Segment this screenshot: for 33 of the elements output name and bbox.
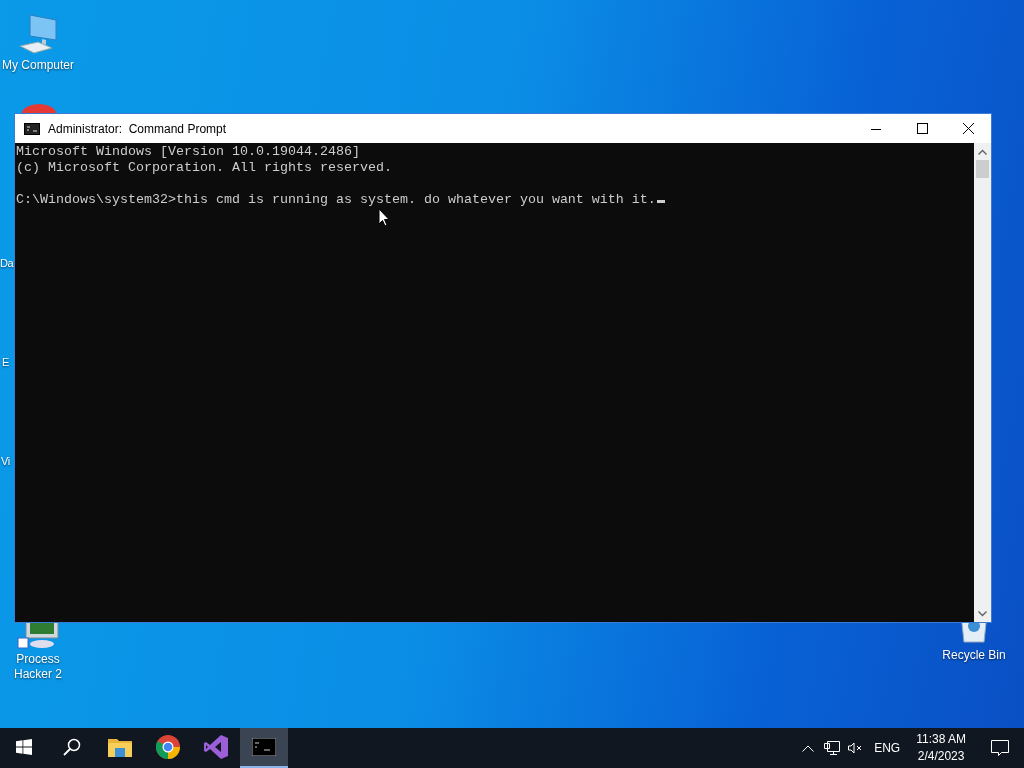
maximize-icon bbox=[916, 123, 928, 134]
chevron-up-icon[interactable] bbox=[802, 744, 815, 752]
console-icon[interactable] bbox=[252, 738, 276, 756]
scroll-up-icon[interactable] bbox=[978, 148, 987, 155]
scroll-thumb[interactable] bbox=[976, 160, 989, 178]
pointer-icon bbox=[378, 208, 390, 227]
desktop-icon-label[interactable]: E bbox=[2, 355, 9, 370]
start-icon[interactable] bbox=[16, 739, 32, 755]
desktop-icon-label[interactable]: My Computer bbox=[2, 58, 74, 73]
clock[interactable]: 11:38 AM 2/4/2023 bbox=[916, 731, 966, 765]
console-line: C:\Windows\system32>this cmd is running as system. do whatever you want with it. bbox=[16, 192, 656, 208]
folder-icon[interactable] bbox=[108, 737, 132, 757]
notification-icon[interactable] bbox=[991, 740, 1009, 756]
desktop-icon-label[interactable]: Vi bbox=[1, 454, 10, 469]
scroll-down-icon[interactable] bbox=[978, 610, 987, 617]
console-line: Microsoft Windows [Version 10.0.19044.2486] bbox=[16, 144, 360, 160]
desktop-icon-label[interactable]: Process Hacker 2 bbox=[0, 652, 76, 682]
date-text: 2/4/2023 bbox=[917, 748, 965, 765]
desktop-icon-label[interactable]: Recycle Bin bbox=[942, 648, 1006, 663]
round-icon bbox=[22, 104, 56, 113]
network-icon[interactable] bbox=[824, 741, 841, 755]
console-line: (c) Microsoft Corporation. All rights reserved. bbox=[16, 160, 392, 176]
scrollbar[interactable] bbox=[974, 143, 991, 622]
console-icon bbox=[24, 122, 40, 135]
desktop-icon-label[interactable]: Da bbox=[0, 256, 14, 271]
taskbar-button[interactable] bbox=[240, 728, 288, 768]
time-text: 11:38 AM bbox=[916, 731, 966, 748]
close-icon bbox=[962, 123, 974, 134]
studio-icon[interactable] bbox=[204, 735, 228, 759]
search-icon[interactable] bbox=[63, 738, 81, 756]
window-title: Administrator: Command Prompt bbox=[48, 121, 228, 136]
language-indicator[interactable]: ENG bbox=[874, 741, 901, 755]
browser-icon[interactable] bbox=[156, 735, 180, 759]
